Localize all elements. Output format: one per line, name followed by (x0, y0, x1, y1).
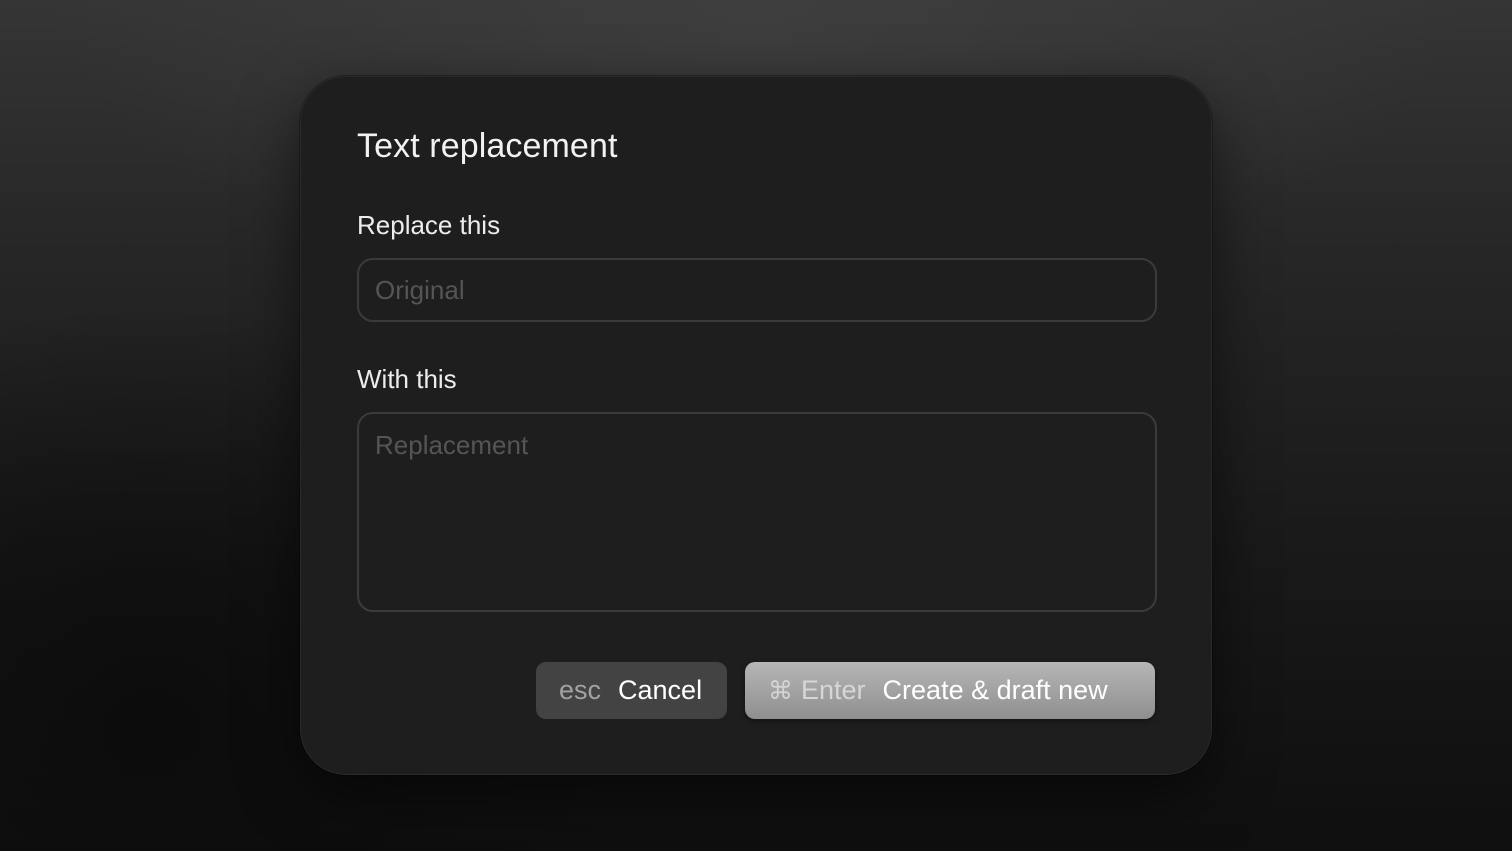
replacement-textarea[interactable] (357, 412, 1157, 612)
create-and-draft-new-button[interactable]: ⌘ Enter Create & draft new (745, 662, 1155, 719)
with-this-label: With this (357, 364, 457, 394)
create-button-label: Create & draft new (882, 675, 1108, 705)
replace-this-label: Replace this (357, 210, 501, 240)
original-input[interactable] (357, 258, 1157, 322)
command-key-icon: ⌘ (768, 676, 793, 705)
cancel-button-label: Cancel (618, 675, 703, 705)
cancel-button[interactable]: esc Cancel (536, 662, 727, 719)
text-replacement-dialog: Text replacement Replace this With this … (300, 76, 1212, 775)
enter-shortcut-hint: Enter (801, 675, 866, 705)
esc-shortcut-hint: esc (559, 675, 602, 705)
dialog-title: Text replacement (357, 127, 618, 165)
